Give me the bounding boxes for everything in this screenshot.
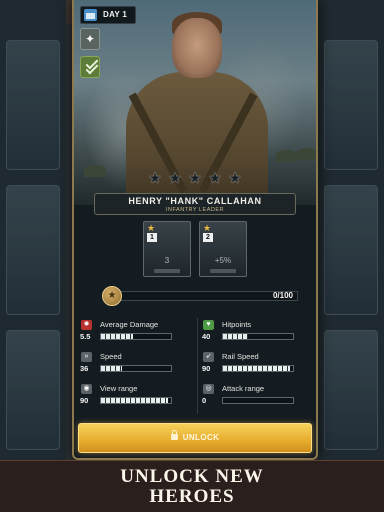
stat-view-range: ◉ View range 90 xyxy=(78,382,196,406)
stat-value: 90 xyxy=(80,396,89,405)
background-hero-column-right xyxy=(318,0,384,462)
hero-name: HENRY "HANK" CALLAHAN xyxy=(128,196,262,206)
calendar-icon xyxy=(84,9,97,21)
attack-range-icon: ◎ xyxy=(203,384,214,394)
stat-rail-speed: ➶ Rail Speed 90 xyxy=(200,350,316,374)
background-hero-card xyxy=(324,40,378,170)
promo-headline-line-2: HEROES xyxy=(149,486,235,507)
stat-bar-fill xyxy=(101,334,133,339)
rank-medal-icon: ★ xyxy=(102,286,122,306)
skill-slot-2[interactable]: ★ 2 +5% xyxy=(199,221,247,277)
stat-value: 40 xyxy=(202,332,211,341)
unlock-button[interactable]: UNLOCK xyxy=(78,423,312,453)
background-hero-card xyxy=(6,185,60,315)
stat-label: Speed xyxy=(100,352,122,361)
infantry-class-icon[interactable]: ✦ xyxy=(80,28,100,50)
stat-bar-fill xyxy=(223,334,248,339)
hero-star-rating: ★ ★ ★ ★ ★ xyxy=(74,170,316,188)
stat-value: 90 xyxy=(202,364,211,373)
promo-headline-line-1: UNLOCK NEW xyxy=(120,466,264,487)
progress-text: 0/100 xyxy=(272,291,293,300)
stat-bar-fill xyxy=(101,398,168,403)
hero-card: DAY 1 ✦ ★ ★ ★ ★ ★ HENRY "HANK" CALLAHAN INFA… xyxy=(72,0,318,460)
hero-name-plate: HENRY "HANK" CALLAHAN INFANTRY LEADER xyxy=(94,193,296,215)
stat-bar xyxy=(100,365,172,372)
stat-label: Rail Speed xyxy=(222,352,259,361)
stat-value: 36 xyxy=(80,364,89,373)
stat-bar xyxy=(222,397,294,404)
stat-label: View range xyxy=(100,384,138,393)
background-hero-column-left xyxy=(0,0,66,462)
day-badge: DAY 1 xyxy=(80,6,137,24)
promo-footer: UNLOCK NEW HEROES xyxy=(0,460,384,512)
day-label: DAY 1 xyxy=(103,10,128,19)
unlock-button-label: UNLOCK xyxy=(182,433,220,442)
star-icon: ★ xyxy=(228,170,242,187)
stat-value: 0 xyxy=(202,396,207,405)
skill-level: 2 xyxy=(203,233,213,242)
soldier-body xyxy=(126,72,268,212)
hero-progress: 0/100 ★ xyxy=(102,286,298,306)
stat-attack-range: ◎ Attack range 0 xyxy=(200,382,316,406)
stat-speed: » Speed 36 xyxy=(78,350,196,374)
stat-label: Attack range xyxy=(222,384,265,393)
star-icon: ★ xyxy=(208,170,222,187)
background-hero-card xyxy=(6,40,60,170)
stat-bar-fill xyxy=(101,366,122,371)
skill-dots xyxy=(210,269,236,273)
star-icon: ★ xyxy=(188,170,202,187)
hero-role: INFANTRY LEADER xyxy=(165,207,225,213)
stat-bar xyxy=(100,333,172,340)
background-soldier-helmet xyxy=(276,150,298,162)
damage-icon: ✹ xyxy=(81,320,92,330)
stat-label: Hitpoints xyxy=(222,320,252,329)
soldier-head xyxy=(172,18,222,78)
heart-icon: ♥ xyxy=(203,320,214,330)
rank-chevron-icon[interactable] xyxy=(80,56,100,78)
progress-bar: 0/100 xyxy=(118,291,298,301)
stat-average-damage: ✹ Average Damage 5.5 xyxy=(78,318,196,342)
rail-speed-icon: ➶ xyxy=(203,352,214,362)
stat-bar xyxy=(222,333,294,340)
background-hero-card xyxy=(6,330,60,450)
background-hero-card xyxy=(324,330,378,450)
stat-label: Average Damage xyxy=(100,320,159,329)
stat-bar-fill xyxy=(223,366,290,371)
stat-bar xyxy=(222,365,294,372)
star-icon: ★ xyxy=(147,223,156,233)
skill-level: 1 xyxy=(147,233,157,242)
speed-icon: » xyxy=(81,352,92,362)
background-hero-card xyxy=(324,185,378,315)
stat-hitpoints: ♥ Hitpoints 40 xyxy=(200,318,316,342)
lock-icon xyxy=(170,429,178,440)
background-soldier-helmet xyxy=(296,148,316,160)
stat-value: 5.5 xyxy=(80,332,91,341)
star-icon: ★ xyxy=(148,170,162,187)
skill-value: 3 xyxy=(164,256,170,265)
skill-slot-1[interactable]: ★ 1 3 xyxy=(143,221,191,277)
star-icon: ★ xyxy=(203,223,212,233)
stat-bar xyxy=(100,397,172,404)
hero-skills: ★ 1 3 ★ 2 +5% xyxy=(74,221,316,277)
star-icon: ★ xyxy=(168,170,182,187)
skill-value: +5% xyxy=(214,256,232,265)
stats-divider xyxy=(197,318,198,414)
view-range-icon: ◉ xyxy=(81,384,92,394)
skill-dots xyxy=(154,269,180,273)
